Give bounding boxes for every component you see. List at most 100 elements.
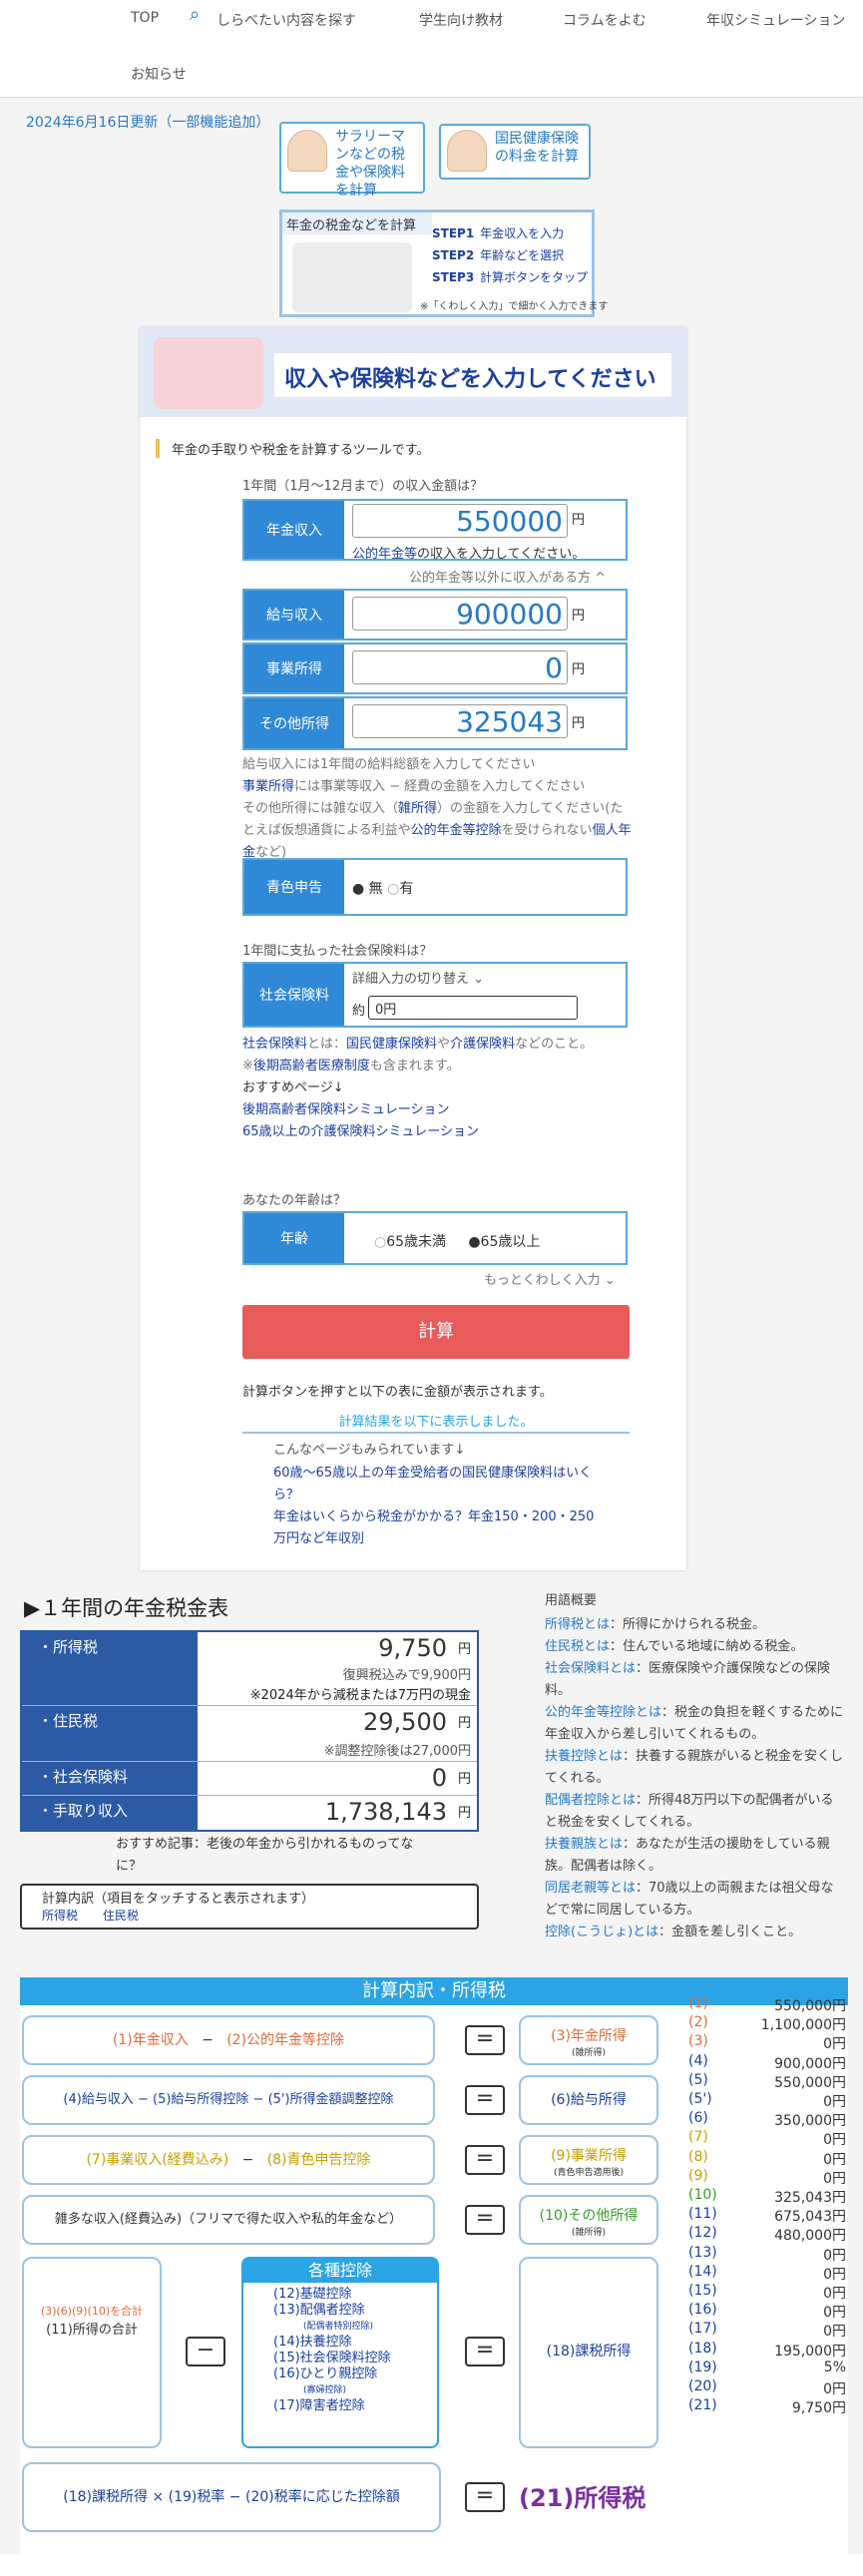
social-label: 社会保険料 — [244, 964, 344, 1026]
recommend-label: おすすめページ↓ — [242, 1080, 344, 1095]
age-over-65[interactable]: 65歳以上 — [481, 1234, 541, 1250]
value-amount: 9,750円 — [791, 2400, 846, 2417]
nav-news[interactable]: お知らせ — [131, 64, 187, 84]
elderly-system-link[interactable]: 後期高齢者医療制度 — [253, 1059, 370, 1073]
glossary-term[interactable]: 公的年金等控除とは — [545, 1705, 661, 1720]
also-viewed-label: こんなページもみられています↓ — [273, 1443, 466, 1458]
equals-sign: = — [465, 2482, 505, 2512]
value-index: (20) — [688, 2378, 717, 2394]
glossary-term[interactable]: 控除(こうじょ)とは — [545, 1925, 658, 1939]
nav-materials[interactable]: 学生向け教材 — [419, 10, 503, 30]
value-amount: 0円 — [823, 2247, 846, 2264]
misc-label: その他所得 — [244, 698, 344, 748]
glossary-term[interactable]: 配偶者控除とは — [545, 1793, 636, 1808]
nav-simulation[interactable]: 年収シミュレーション — [706, 10, 845, 30]
other-income-toggle[interactable]: 公的年金等以外に収入がある方 ^ — [409, 567, 606, 586]
business-income-link[interactable]: 事業所得 — [242, 779, 294, 794]
deduction-item: (12)基礎控除 — [273, 2287, 352, 2302]
glossary-term[interactable]: 扶養控除とは — [545, 1749, 623, 1764]
value-index: (5') — [688, 2091, 712, 2107]
value-row: (2) 1,100,000円 — [688, 2014, 848, 2033]
form-title: 収入や保険料などを入力してください — [274, 353, 671, 397]
table-row: ・社会保険料 0 円 — [22, 1762, 477, 1796]
calculate-button[interactable]: 計算 — [242, 1305, 630, 1359]
glossary-term[interactable]: 所得税とは — [545, 1617, 610, 1632]
detail-income-tax-link[interactable]: 所得税 — [42, 1909, 78, 1923]
salary-income-result: (6)給与所得 — [519, 2075, 658, 2125]
nav-search[interactable]: しらべたい内容を探す — [216, 10, 356, 30]
value-index: (11) — [688, 2206, 717, 2223]
person-icon — [287, 130, 327, 172]
misc-income-link[interactable]: 雑所得 — [398, 801, 437, 816]
value-index: (9) — [688, 2167, 708, 2184]
salary-input[interactable]: 900000 — [352, 597, 568, 631]
glossary-item: 同居老親等とは：70歳以上の両親または祖父母などで常に同居している方。 — [545, 1878, 844, 1922]
glossary-item: 控除(こうじょ)とは：金額を差し引くこと。 — [545, 1922, 844, 1943]
value-row: (18) 195,000円 — [688, 2341, 848, 2360]
value-row: (13) 0円 — [688, 2245, 848, 2264]
deduction-item: (17)障害者控除 — [273, 2398, 365, 2413]
glossary-term[interactable]: 扶養親族とは — [545, 1837, 623, 1852]
salary-unit: 円 — [572, 609, 586, 624]
blue-yes-label[interactable]: 有 — [399, 881, 413, 897]
value-index: (21) — [688, 2397, 717, 2414]
radio-selected-icon[interactable]: ● — [468, 1234, 480, 1250]
top-nav: TOP ⌕ しらべたい内容を探す 学生向け教材 コラムをよむ 年収シミュレーショ… — [0, 0, 863, 98]
social-row: 社会保険料 詳細入力の切り替え ⌄ 約 0円 — [242, 962, 628, 1028]
social-toggle[interactable]: 詳細入力の切り替え ⌄ — [352, 968, 484, 987]
more-detail-toggle[interactable]: もっとくわしく入力 ⌄ — [484, 1269, 616, 1288]
search-icon[interactable]: ⌕ — [190, 4, 200, 25]
radio-empty-icon[interactable]: ○ — [374, 1234, 386, 1250]
care-sim-link[interactable]: 65歳以上の介護保険料シミュレーション — [242, 1124, 479, 1139]
value-amount: 0円 — [823, 2286, 846, 2302]
also-link-2[interactable]: 年金はいくらから税金がかかる？年金150・200・250万円など年収別 — [273, 1509, 594, 1546]
also-link-1[interactable]: 60歳〜65歳以上の年金受給者の国民健康保険料はいくら？ — [273, 1466, 592, 1503]
blue-return-options: ● 無 ○有 — [352, 878, 413, 898]
nhi-link[interactable]: 国民健康保険料 — [346, 1037, 437, 1052]
radio-selected-icon[interactable]: ● — [352, 881, 364, 897]
social-question: 1年間に支払った社会保険料は？ — [242, 944, 433, 959]
row-sub-2[interactable]: ※2024年から減税または7万円の現金 — [250, 1684, 471, 1703]
care-insurance-link[interactable]: 介護保険料 — [450, 1037, 515, 1052]
nav-column[interactable]: コラムをよむ — [563, 10, 647, 30]
nhi-calc-button[interactable]: 国民健康保険の料金を計算 — [439, 124, 591, 180]
detail-resident-tax-link[interactable]: 住民税 — [103, 1909, 139, 1923]
formula-pension-deduction: (2)公的年金等控除 — [226, 2032, 345, 2048]
equals-sign: = — [465, 2337, 505, 2366]
value-row: (17) 0円 — [688, 2321, 848, 2340]
glossary-term[interactable]: 社会保険料とは — [545, 1661, 636, 1676]
row-sub-1[interactable]: ※調整控除後は27,000円 — [324, 1740, 471, 1759]
row-value: 9,750 — [378, 1634, 447, 1662]
salaryman-calc-button[interactable]: サラリーマンなどの税金や保険料を計算 — [279, 122, 425, 199]
formula-pension: (1)年金収入 — [112, 2032, 189, 2048]
elderly-sim-link[interactable]: 後期高齢者保険料シミュレーション — [242, 1102, 449, 1117]
pension-deduction-link[interactable]: 公的年金等控除 — [411, 823, 502, 838]
age-under-65[interactable]: 65歳未満 — [386, 1234, 446, 1250]
blue-no-label[interactable]: 無 — [369, 881, 383, 897]
social-note-e: も含まれます。 — [369, 1059, 460, 1073]
value-row: (6) 350,000円 — [688, 2110, 848, 2129]
pension-input[interactable]: 550000 — [352, 504, 568, 538]
value-amount: 0円 — [823, 2305, 846, 2322]
misc-unit: 円 — [572, 716, 586, 731]
nav-top[interactable]: TOP — [131, 10, 159, 26]
social-insurance-link[interactable]: 社会保険料 — [242, 1037, 307, 1052]
income-tax-breakdown: 計算内訳・所得税 (1)年金収入 − (2)公的年金等控除 = (3)年金所得(… — [20, 1977, 848, 2576]
glossary-item: 住民税とは：住んでいる地域に納める税金。 — [545, 1636, 844, 1658]
value-index: (16) — [688, 2302, 717, 2319]
form-intro: 年金の手取りや税金を計算するツールです。 — [156, 439, 429, 458]
glossary-term[interactable]: 住民税とは — [545, 1639, 610, 1654]
recommend-article[interactable]: おすすめ記事：老後の年金から引かれるものってなに？ — [116, 1834, 435, 1878]
misc-input[interactable]: 325043 — [352, 704, 568, 738]
glossary-term[interactable]: 同居老親等とは — [545, 1881, 636, 1896]
salary-note: 給与収入には1年間の給料総額を入力してください — [242, 757, 536, 772]
input-form: 収入や保険料などを入力してください 年金の手取りや税金を計算するツールです。 1… — [140, 327, 686, 1570]
value-index: (4) — [688, 2052, 708, 2069]
pension-unit: 円 — [572, 513, 586, 528]
public-pension-link[interactable]: 公的年金等 — [352, 547, 417, 562]
row-label: ・住民税 — [22, 1706, 198, 1761]
business-input[interactable]: 0 — [352, 650, 568, 684]
social-select[interactable]: 0円 — [368, 996, 578, 1020]
pension-note-text: の収入を入力してください。 — [417, 547, 586, 562]
radio-empty-icon[interactable]: ○ — [387, 881, 399, 897]
